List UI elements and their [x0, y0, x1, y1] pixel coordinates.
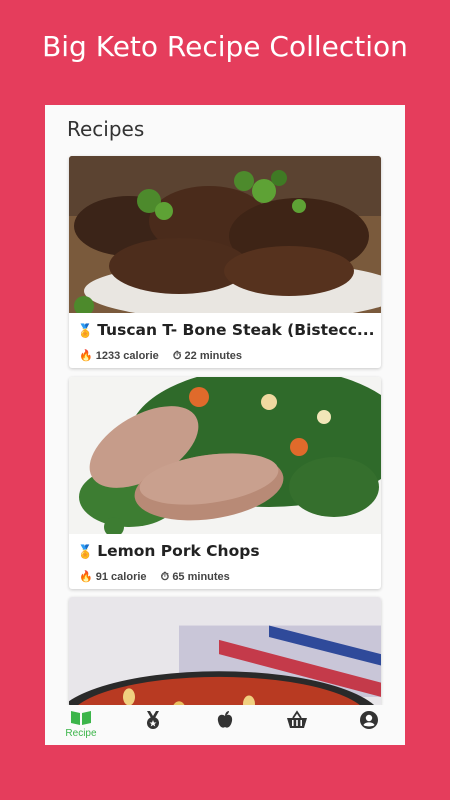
time-value: 22 minutes [184, 350, 243, 362]
recipe-title: 🏅 Tuscan T- Bone Steak (Bistecc... [77, 321, 375, 339]
nav-medal[interactable] [117, 705, 189, 745]
nav-nutrition[interactable] [189, 705, 261, 745]
recipe-photo-steak [69, 156, 381, 313]
timer-icon: ⏱ [172, 350, 182, 362]
medal-icon: 🏅 [77, 324, 94, 339]
calorie-value: 1233 calorie [95, 350, 159, 362]
calorie-icon: 🔥 [79, 350, 93, 362]
nav-account[interactable] [333, 705, 405, 745]
app-screen: Recipes 🏅 Tuscan T- Bone Steak (Bistecc..… [45, 105, 405, 745]
banner-title: Big Keto Recipe Collection [42, 30, 408, 63]
recipe-meta: 🔥 91 calorie ⏱ 65 minutes [79, 570, 230, 584]
account-icon [360, 711, 378, 729]
recipe-card[interactable]: 🏅 Lemon Pork Chops 🔥 91 calorie ⏱ 65 minu… [69, 377, 381, 589]
recipe-meta: 🔥 1233 calorie ⏱ 22 minutes [79, 349, 242, 363]
recipe-card[interactable]: 🏅 Tuscan T- Bone Steak (Bistecc... 🔥 1233… [69, 156, 381, 368]
medal-icon: 🏅 [77, 545, 94, 560]
medal-icon [147, 711, 159, 729]
apple-icon [217, 711, 233, 728]
recipe-photo-pork [69, 377, 381, 534]
nav-recipe[interactable]: Recipe [45, 705, 117, 745]
recipe-photo-paella [69, 597, 381, 707]
recipe-card[interactable] [69, 597, 381, 707]
nav-recipe-label: Recipe [65, 728, 97, 739]
page-title: Recipes [67, 117, 145, 141]
bottom-nav: Recipe [45, 705, 405, 745]
basket-icon [287, 710, 307, 728]
calorie-value: 91 calorie [95, 571, 147, 583]
time-value: 65 minutes [172, 571, 230, 583]
calorie-icon: 🔥 [79, 571, 93, 583]
book-icon [71, 711, 91, 725]
recipe-title: 🏅 Lemon Pork Chops [77, 542, 260, 560]
timer-icon: ⏱ [160, 571, 170, 583]
nav-shopping[interactable] [261, 705, 333, 745]
